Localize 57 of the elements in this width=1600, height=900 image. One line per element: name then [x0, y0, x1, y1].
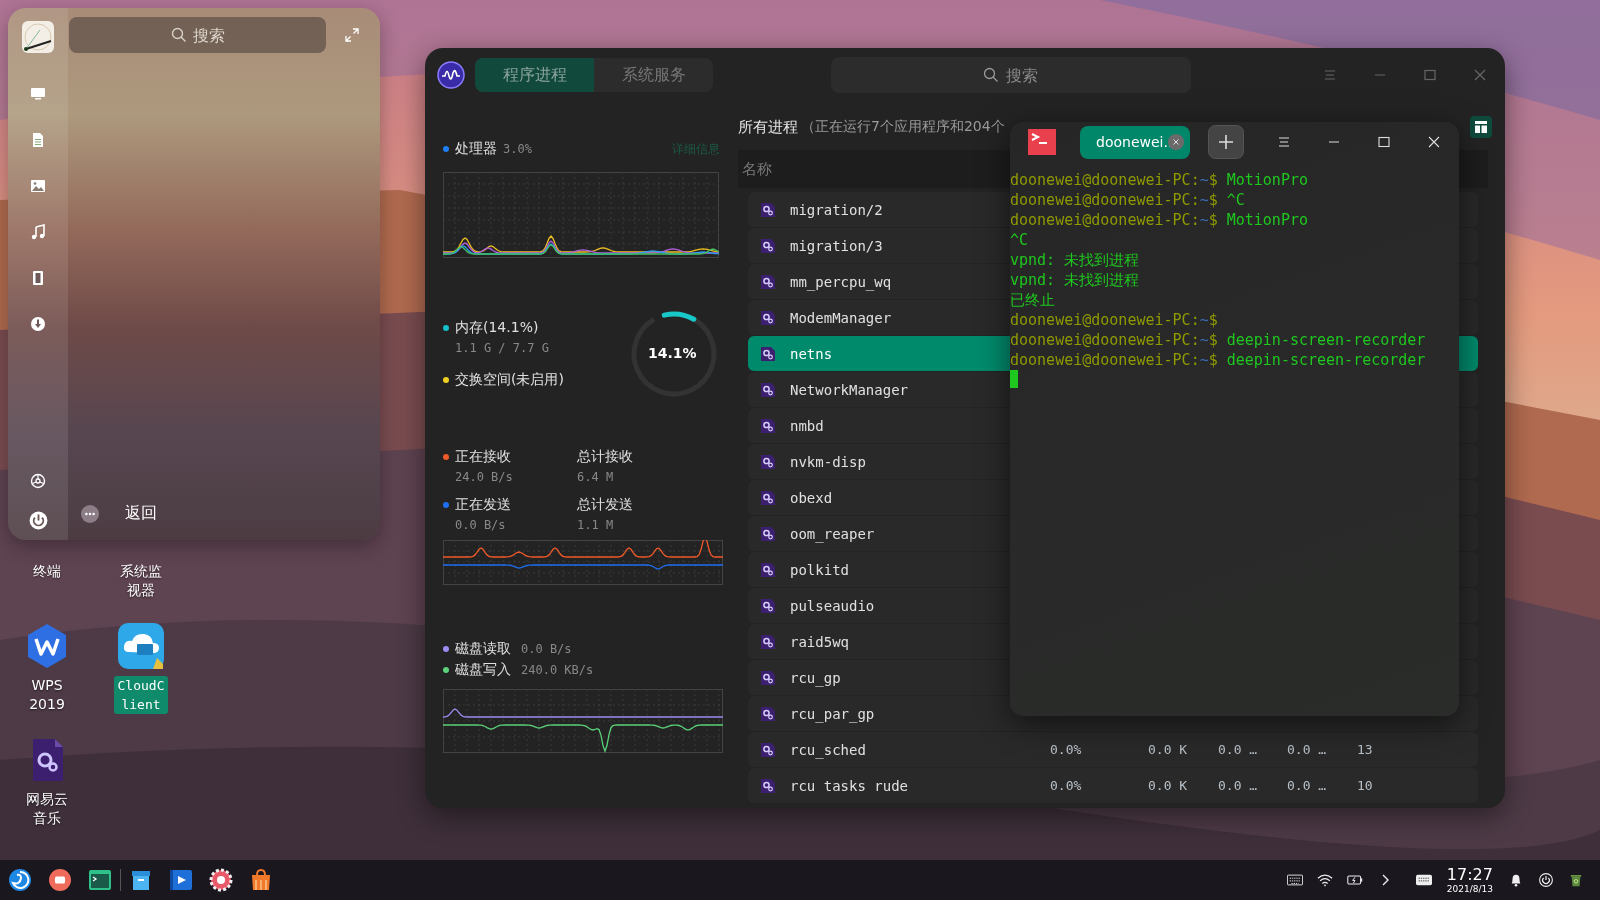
terminal-line: doonewei@doonewei-PC:~$ deepin-screen-recorder: [1010, 330, 1427, 350]
network-total-label: 总计接收: [577, 448, 634, 466]
terminal-line: vpnd: 未找到进程: [1010, 250, 1141, 270]
process-name: nmbd: [790, 417, 824, 434]
table-cell-text: 0.0 …: [1287, 742, 1328, 757]
table-cell-text: 0.0 …: [1218, 778, 1259, 793]
process-name: raid5wq: [790, 633, 849, 650]
network-label: 正在发送: [455, 496, 511, 514]
disk-label: 磁盘读取: [455, 640, 511, 658]
process-name: rcu tasks rude: [790, 777, 908, 794]
table-cell-text: 0.0%: [1050, 742, 1083, 757]
terminal-line: ^C: [1010, 230, 1030, 250]
process-name: rcu_par_gp: [790, 705, 875, 722]
memory-label: 内存(14.1%): [455, 319, 539, 337]
terminal-line: doonewei@doonewei-PC:~$: [1010, 310, 1219, 330]
process-name: NetworkManager: [790, 381, 908, 398]
swap-label: 交换空间(未启用): [455, 371, 564, 389]
network-label: 正在接收: [455, 448, 511, 466]
network-total-label: 总计发送: [577, 496, 634, 514]
network-total: 1.1 M: [577, 518, 615, 532]
network-rate: 0.0 B/s: [454, 518, 507, 532]
process-summary: （正在运行7个应用程序和204个: [801, 118, 1005, 136]
memory-usage: 1.1 G / 7.7 G: [454, 341, 550, 355]
process-list-title: 所有进程: [738, 117, 798, 137]
network-total: 6.4 M: [577, 470, 615, 484]
process-name: netns: [790, 345, 833, 362]
process-name: polkitd: [790, 561, 849, 578]
table-cell-text: 13: [1357, 742, 1374, 757]
terminal-line: doonewei@doonewei-PC:~$ MotionPro: [1010, 170, 1309, 190]
process-name: oom_reaper: [790, 525, 875, 542]
process-name: nvkm-disp: [790, 453, 866, 470]
table-cell-text: 0.0 …: [1287, 778, 1328, 793]
table-cell-text: 0.0 K: [1148, 778, 1189, 793]
table-cell-text: 0.0 K: [1148, 742, 1189, 757]
disk-rate: 240.0 KB/s: [521, 663, 594, 677]
network-rate: 24.0 B/s: [454, 470, 514, 484]
process-name: migration/3: [790, 237, 883, 254]
disk-label: 磁盘写入: [455, 661, 511, 679]
process-name: pulseaudio: [790, 597, 875, 614]
terminal-line: doonewei@doonewei-PC:~$ ^C: [1010, 190, 1246, 210]
process-name: ModemManager: [790, 309, 892, 326]
process-name: rcu_gp: [790, 669, 841, 686]
memory-percent: 14.1%: [648, 345, 697, 361]
table-cell-text: 0.0%: [1050, 778, 1083, 793]
cpu-label: 处理器: [455, 140, 497, 158]
cpu-value: 3.0%: [503, 142, 532, 156]
process-name: obexd: [790, 489, 833, 506]
table-cell-text: 0.0 …: [1218, 742, 1259, 757]
process-name: migration/2: [790, 201, 883, 218]
table-cell-text: 10: [1357, 778, 1374, 793]
terminal-line: vpnd: 未找到进程: [1010, 270, 1141, 290]
terminal-line: 已终止: [1010, 290, 1056, 310]
disk-rate: 0.0 B/s: [521, 642, 572, 656]
process-name: rcu_sched: [790, 741, 866, 758]
process-name: mm_percpu_wq: [790, 273, 892, 290]
terminal-line: doonewei@doonewei-PC:~$ deepin-screen-recorder: [1010, 350, 1427, 370]
terminal-line: doonewei@doonewei-PC:~$ MotionPro: [1010, 210, 1309, 230]
